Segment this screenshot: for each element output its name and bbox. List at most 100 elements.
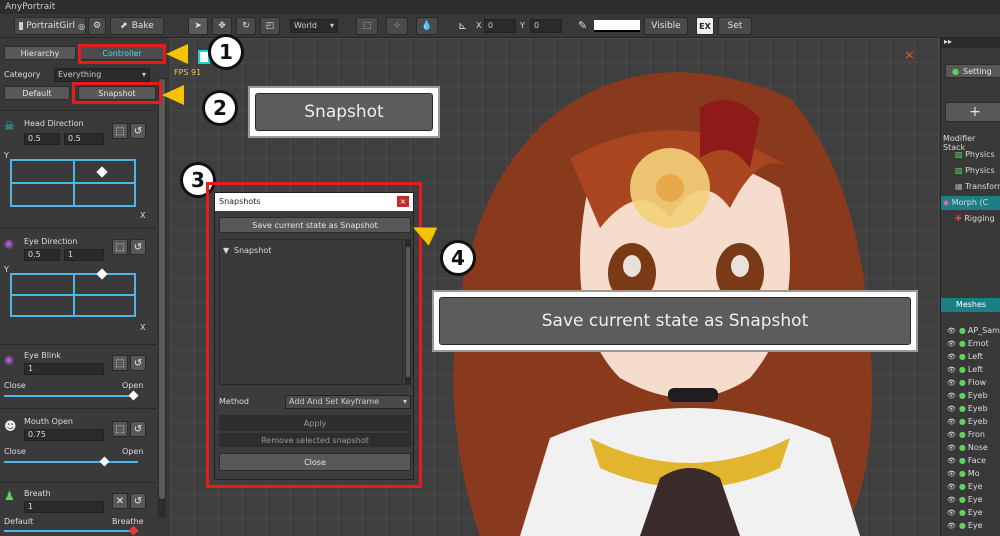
- eye-icon[interactable]: 👁: [947, 366, 956, 374]
- eye-icon[interactable]: 👁: [947, 457, 956, 465]
- eye-icon[interactable]: 👁: [947, 483, 956, 491]
- tab-hierarchy[interactable]: Hierarchy: [4, 46, 76, 60]
- reset-button[interactable]: ↺: [130, 355, 146, 371]
- reset-button[interactable]: ↺: [130, 421, 146, 437]
- mesh-item[interactable]: 👁 ● Face: [947, 456, 986, 465]
- eye-icon[interactable]: 👁: [947, 444, 956, 452]
- mesh-item[interactable]: 👁 ● Eye: [947, 495, 983, 504]
- mesh-item[interactable]: 👁 ● Nose: [947, 443, 988, 452]
- modifier-item-selected[interactable]: ◆ Morph (C: [941, 196, 1000, 210]
- modifier-item[interactable]: ✚ Rigging: [955, 214, 995, 223]
- list-scrollbar[interactable]: [405, 239, 411, 385]
- meshes-tab[interactable]: Meshes: [941, 298, 1000, 312]
- value-input[interactable]: 0.75: [24, 429, 104, 441]
- mesh-item[interactable]: 👁 ● Left: [947, 365, 983, 374]
- onion-button[interactable]: 💧: [416, 17, 438, 35]
- scrollbar[interactable]: [158, 78, 166, 518]
- reset-button[interactable]: ↺: [130, 493, 146, 509]
- slider-handle[interactable]: [128, 390, 139, 401]
- direction-pad[interactable]: [10, 268, 136, 317]
- mesh-item[interactable]: 👁 ● Eyeb: [947, 417, 988, 426]
- default-button[interactable]: Default: [4, 86, 70, 100]
- pad-handle[interactable]: [96, 166, 108, 178]
- add-button[interactable]: +: [945, 102, 1000, 122]
- mesh-item[interactable]: 👁 ● Emot: [947, 339, 989, 348]
- eye-icon[interactable]: 👁: [947, 405, 956, 413]
- x-input[interactable]: 0: [484, 19, 516, 33]
- close-button[interactable]: Close: [219, 453, 411, 471]
- category-dropdown[interactable]: Everything ▾: [54, 68, 150, 82]
- visible-button[interactable]: Visible: [644, 17, 688, 35]
- value-x-input[interactable]: 0.5: [24, 249, 60, 261]
- value-input[interactable]: 1: [24, 363, 104, 375]
- color-swatch[interactable]: [594, 20, 640, 32]
- mesh-item[interactable]: 👁 ● Eye: [947, 508, 983, 517]
- bounds-button[interactable]: ⬚: [356, 17, 378, 35]
- slider-track[interactable]: [4, 390, 139, 401]
- value-y-input[interactable]: 0.5: [64, 133, 104, 145]
- mesh-item[interactable]: 👁 ● Eye: [947, 482, 983, 491]
- y-input[interactable]: 0: [530, 19, 562, 33]
- value-input[interactable]: 1: [24, 501, 104, 513]
- select-tool-button[interactable]: ➤: [188, 17, 208, 35]
- pad-handle[interactable]: [96, 268, 108, 280]
- reset-button[interactable]: ↺: [130, 239, 146, 255]
- reset-button[interactable]: ↺: [130, 123, 146, 139]
- value-x-input[interactable]: 0.5: [24, 133, 60, 145]
- key-button[interactable]: ⬚: [112, 123, 128, 139]
- apply-button[interactable]: Apply: [219, 415, 411, 431]
- export-button[interactable]: EX: [696, 17, 714, 35]
- eye-icon[interactable]: 👁: [947, 496, 956, 504]
- mesh-item[interactable]: 👁 ● Fron: [947, 430, 985, 439]
- gear-button[interactable]: ⚙: [88, 17, 106, 35]
- slider-track[interactable]: [4, 525, 139, 536]
- eye-icon[interactable]: 👁: [947, 327, 956, 335]
- object-selector[interactable]: PortraitGirl ◎: [14, 17, 86, 35]
- modifier-item[interactable]: ▨ Physics: [955, 150, 995, 159]
- bake-button[interactable]: ⬈ Bake: [110, 17, 164, 35]
- remove-button[interactable]: ✕: [112, 493, 128, 509]
- eye-icon[interactable]: 👁: [947, 431, 956, 439]
- value-y-input[interactable]: 1: [64, 249, 104, 261]
- key-button[interactable]: ⬚: [112, 421, 128, 437]
- slider-handle[interactable]: [99, 456, 110, 467]
- key-button[interactable]: ⬚: [112, 239, 128, 255]
- eye-icon[interactable]: 👁: [947, 379, 956, 387]
- rotate-tool-button[interactable]: ↻: [236, 17, 256, 35]
- mesh-label: Eye: [967, 508, 983, 517]
- mesh-item[interactable]: 👁 ● AP_Sam: [947, 326, 1000, 335]
- modifier-item[interactable]: ▦ Transform: [955, 182, 1000, 191]
- list-scrollbar-thumb[interactable]: [406, 247, 410, 377]
- key-button[interactable]: ⬚: [112, 355, 128, 371]
- remove-snapshot-button[interactable]: Remove selected snapshot: [219, 433, 411, 447]
- eye-icon[interactable]: 👁: [947, 509, 956, 517]
- mesh-item[interactable]: 👁 ● Eyeb: [947, 404, 988, 413]
- mesh-item[interactable]: 👁 ● Mo: [947, 469, 980, 478]
- slider-track[interactable]: [4, 456, 138, 467]
- slider-handle[interactable]: [128, 525, 139, 536]
- scale-tool-button[interactable]: ◰: [260, 17, 280, 35]
- method-dropdown[interactable]: Add And Set Keyframe ▾: [285, 395, 411, 409]
- pivot-button[interactable]: ⁘: [386, 17, 408, 35]
- setting-button[interactable]: ● Setting: [945, 64, 1000, 78]
- space-dropdown[interactable]: World ▾: [290, 19, 338, 33]
- eye-icon[interactable]: 👁: [947, 353, 956, 361]
- move-tool-button[interactable]: ✥: [212, 17, 232, 35]
- set-button[interactable]: Set: [718, 17, 752, 35]
- eye-icon[interactable]: 👁: [947, 418, 956, 426]
- eye-icon[interactable]: 👁: [947, 392, 956, 400]
- mesh-item[interactable]: 👁 ● Flow: [947, 378, 986, 387]
- eye-icon[interactable]: 👁: [947, 470, 956, 478]
- mesh-item[interactable]: 👁 ● Eye: [947, 521, 983, 530]
- save-snapshot-button[interactable]: Save current state as Snapshot: [219, 217, 411, 233]
- eye-icon[interactable]: 👁: [947, 522, 956, 530]
- scrollbar-thumb[interactable]: [159, 79, 165, 499]
- modifier-item[interactable]: ▨ Physics: [955, 166, 995, 175]
- snapshot-list[interactable]: ▼ Snapshot: [219, 239, 403, 385]
- close-icon[interactable]: ×: [397, 196, 409, 207]
- direction-pad[interactable]: [10, 159, 136, 207]
- eye-icon[interactable]: 👁: [947, 340, 956, 348]
- mesh-item[interactable]: 👁 ● Eyeb: [947, 391, 988, 400]
- rotate-icon: ↻: [242, 21, 250, 31]
- mesh-item[interactable]: 👁 ● Left: [947, 352, 983, 361]
